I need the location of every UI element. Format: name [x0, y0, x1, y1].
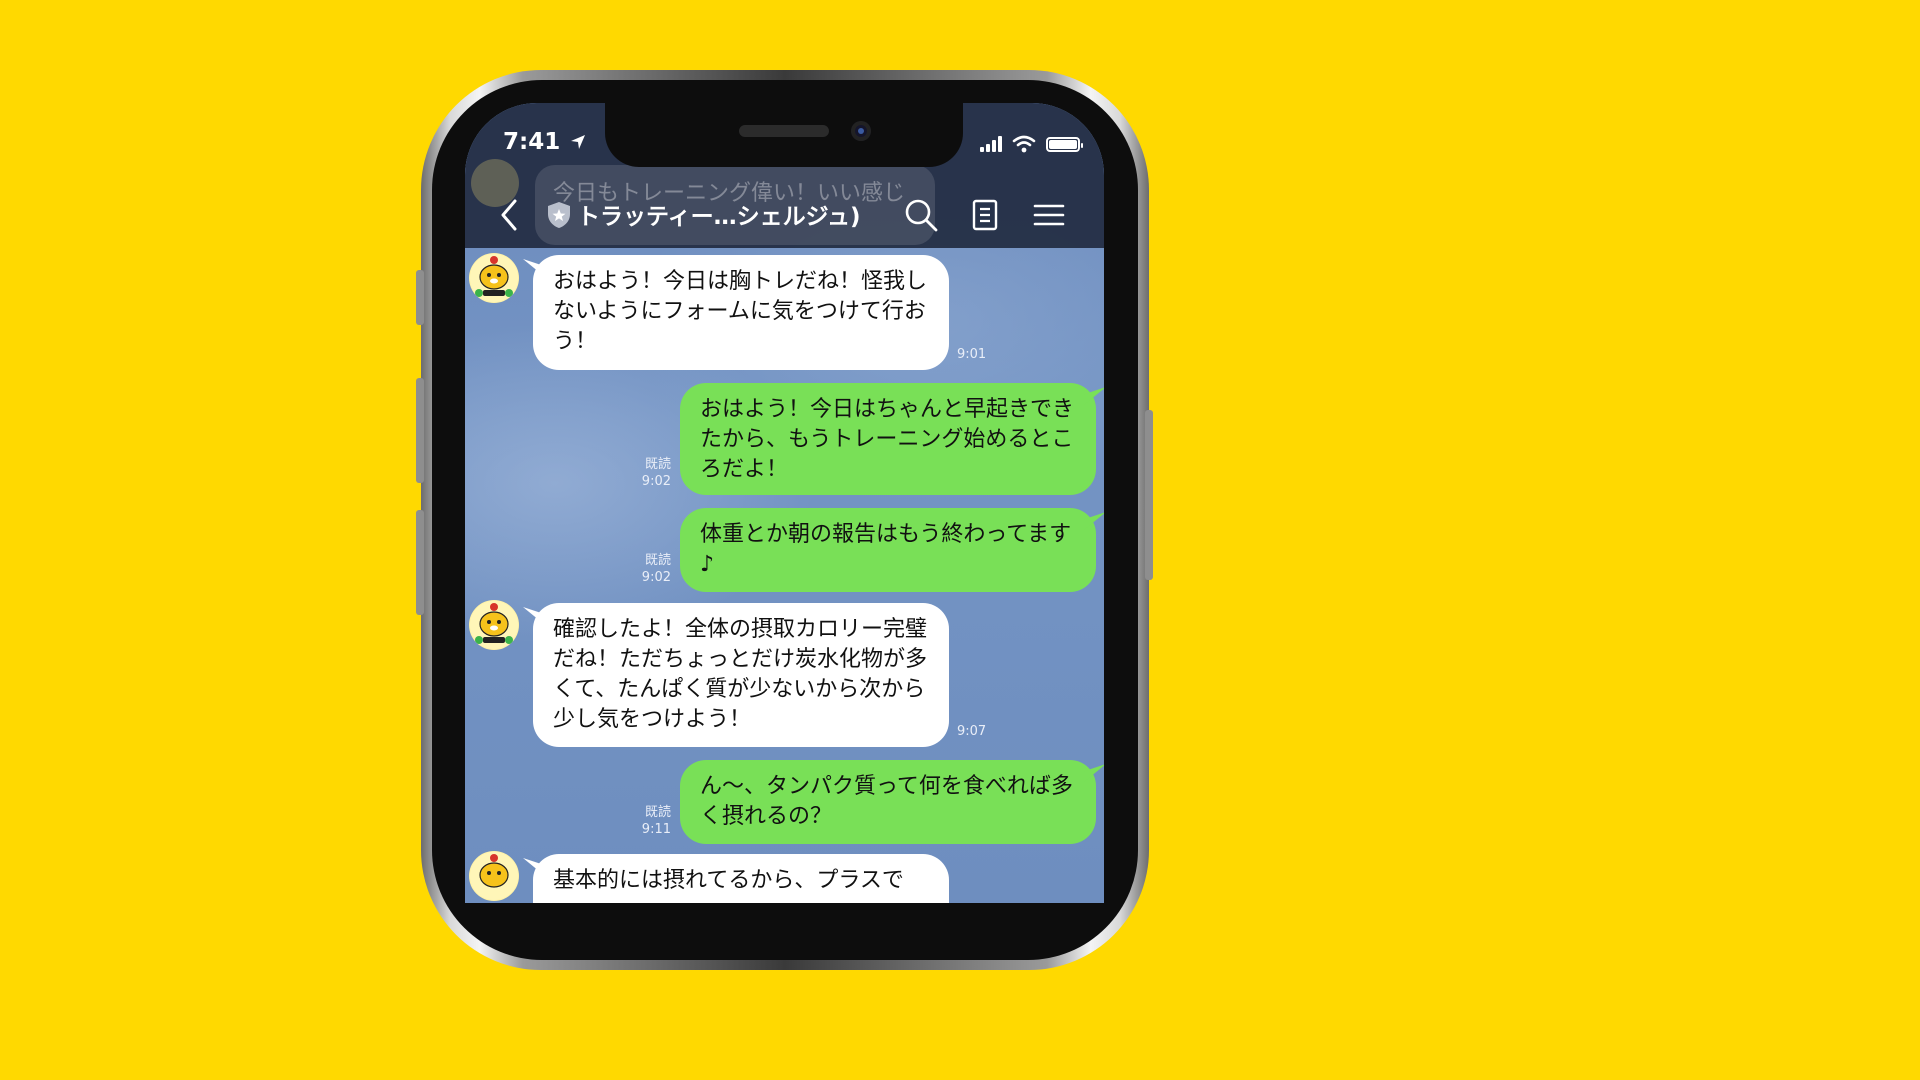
tiger-mascot-icon	[470, 852, 518, 900]
message-time: 9:07	[957, 724, 987, 739]
message-time: 9:02	[641, 474, 671, 489]
outgoing-message-bubble[interactable]: ん〜、タンパク質って何を食べれば多く摂れるの？	[680, 760, 1096, 844]
bot-avatar[interactable]	[469, 600, 519, 650]
battery-icon	[1046, 136, 1083, 152]
shield-star-icon	[548, 202, 570, 228]
message-text: おはよう！今日は胸トレだね！怪我しないようにフォームに気をつけて行おう！	[553, 269, 928, 354]
bot-avatar[interactable]	[469, 253, 519, 303]
earpiece-speaker	[739, 125, 829, 137]
silent-switch	[416, 270, 424, 325]
power-button	[1145, 410, 1153, 580]
chat-room-title[interactable]: トラッティー…シェルジュ)	[577, 197, 861, 231]
location-arrow-icon	[571, 135, 586, 149]
message-meta: 既読 9:11	[635, 804, 671, 838]
notes-icon[interactable]	[967, 197, 1003, 233]
clock: 7:41	[503, 129, 561, 155]
phone-notch	[605, 103, 963, 167]
tiger-mascot-icon	[470, 601, 518, 649]
bot-avatar[interactable]	[469, 851, 519, 901]
message-text: 基本的には摂れてるから、プラスで	[553, 868, 904, 893]
status-bar-icons	[980, 135, 1083, 153]
message-time: 9:01	[957, 347, 987, 362]
incoming-message-bubble[interactable]: 基本的には摂れてるから、プラスで	[533, 854, 949, 903]
phone-screen: おはよう！今日は胸トレだね！怪我しないようにフォームに気をつけて行おう！ 9:0…	[465, 103, 1104, 903]
volume-down-button	[416, 510, 424, 615]
message-meta: 9:01	[957, 346, 986, 363]
read-receipt: 既読	[644, 553, 671, 568]
back-icon[interactable]	[495, 197, 525, 233]
read-receipt: 既読	[644, 805, 671, 820]
message-time: 9:02	[641, 570, 671, 585]
search-icon[interactable]	[903, 197, 939, 233]
message-text: ん〜、タンパク質って何を食べれば多く摂れるの？	[700, 774, 1073, 829]
menu-icon[interactable]	[1031, 197, 1067, 233]
message-time: 9:11	[641, 822, 671, 837]
chat-nav-bar: トラッティー…シェルジュ)	[465, 193, 1104, 237]
status-bar-time: 7:41	[503, 129, 586, 155]
message-meta: 既読 9:02	[635, 552, 671, 586]
outgoing-message-bubble[interactable]: おはよう！今日はちゃんと早起きできたから、もうトレーニング始めるところだよ！	[680, 383, 1096, 495]
tiger-mascot-icon	[470, 254, 518, 302]
message-text: 確認したよ！全体の摂取カロリー完璧だね！ただちょっとだけ炭水化物が多くて、たんぱ…	[553, 617, 928, 732]
front-camera	[851, 121, 871, 141]
message-meta: 既読 9:02	[635, 456, 671, 490]
wifi-icon	[1012, 135, 1036, 153]
message-meta: 9:07	[957, 723, 986, 740]
outgoing-message-bubble[interactable]: 体重とか朝の報告はもう終わってます♪	[680, 508, 1096, 592]
cellular-signal-icon	[980, 136, 1002, 152]
message-text: おはよう！今日はちゃんと早起きできたから、もうトレーニング始めるところだよ！	[700, 397, 1075, 482]
incoming-message-bubble[interactable]: 確認したよ！全体の摂取カロリー完璧だね！ただちょっとだけ炭水化物が多くて、たんぱ…	[533, 603, 949, 747]
incoming-message-bubble[interactable]: おはよう！今日は胸トレだね！怪我しないようにフォームに気をつけて行おう！	[533, 255, 949, 370]
read-receipt: 既読	[644, 457, 671, 472]
message-text: 体重とか朝の報告はもう終わってます♪	[700, 522, 1072, 577]
volume-up-button	[416, 378, 424, 483]
